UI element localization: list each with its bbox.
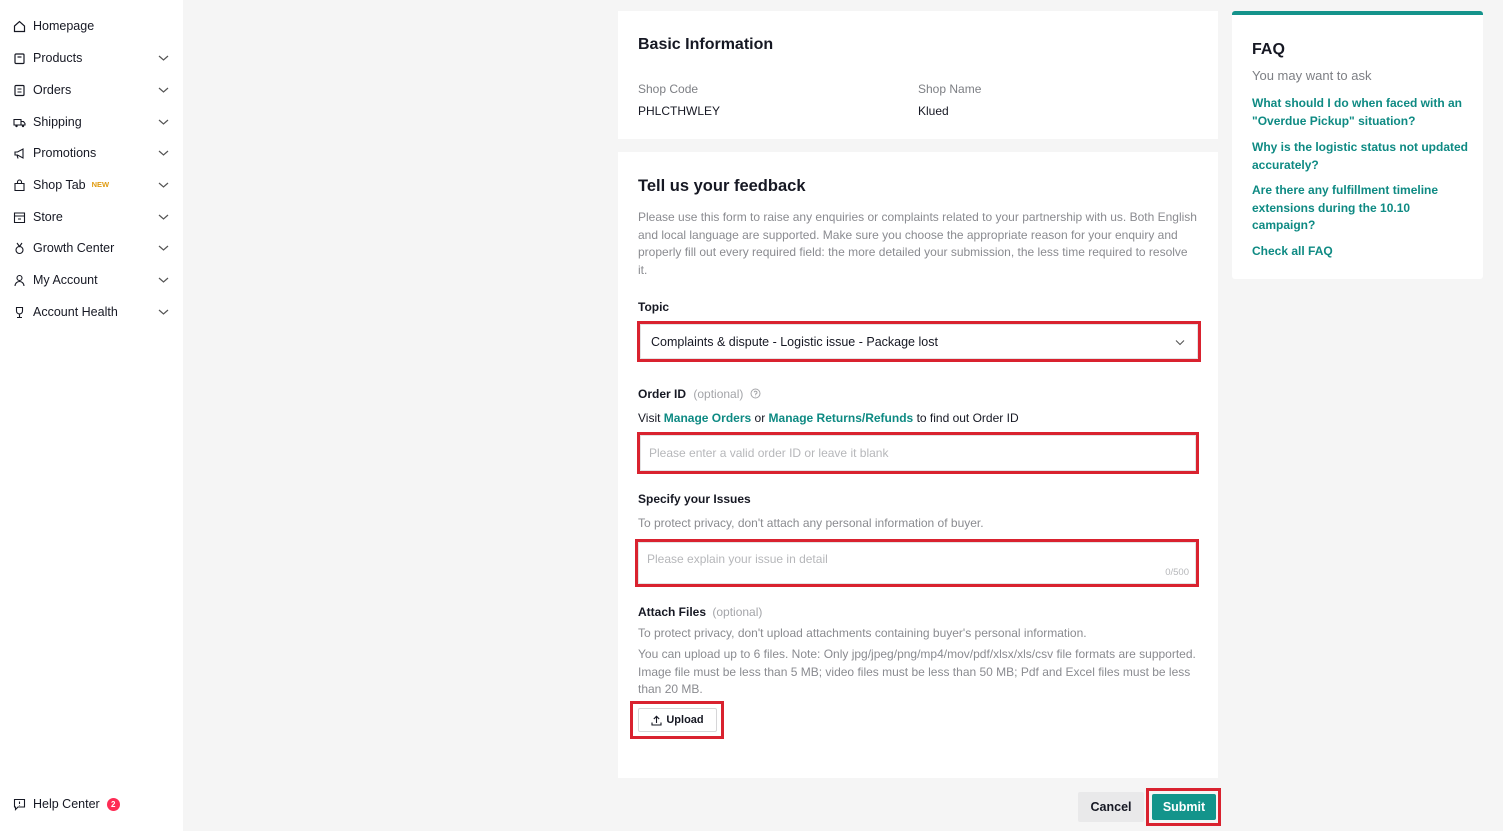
faq-question-link[interactable]: Why is the logistic status not updated a… [1252,139,1470,174]
order-id-hint: Visit Manage Orders or Manage Returns/Re… [638,411,1019,425]
sidebar-item-label: Promotions [33,146,97,160]
sidebar-item-label: Orders [33,83,72,97]
section-title: Basic Information [638,36,774,53]
sidebar-item-shipping[interactable]: Shipping [0,108,183,138]
sidebar-item-label: My Account [33,273,98,287]
faq-subtitle: You may want to ask [1252,68,1372,83]
sidebar-item-label: Account Health [33,305,118,319]
sidebar-item-label: Help Center 2 [33,797,120,811]
cancel-button[interactable]: Cancel [1078,792,1144,822]
shop-code-label: Shop Code [638,82,699,96]
trophy-icon [15,306,24,319]
sidebar-item-label: Store [33,210,63,224]
upload-label: Upload [666,714,704,726]
help-circle-icon[interactable] [750,388,761,399]
new-badge: NEW [91,180,110,189]
sidebar-item-account-health[interactable]: Account Health [0,298,183,328]
products-icon [14,53,25,65]
attach-format-hint: You can upload up to 6 files. Note: Only… [638,647,1196,696]
shop-name-value: Klued [918,104,949,118]
issues-label: Specify your Issues [638,492,751,506]
issues-hint: To protect privacy, don't attach any per… [638,516,984,530]
medal-icon [15,242,24,255]
topic-label: Topic [638,300,670,314]
user-icon [14,274,25,287]
basic-information-card: Basic Information Shop Code PHLCTHWLEY S… [618,11,1218,139]
issues-placeholder: Please explain your issue in detail [647,552,828,566]
chevron-down-icon [1175,340,1185,346]
manage-returns-link[interactable]: Manage Returns/Refunds [769,411,914,425]
sidebar-item-label: Shipping [33,115,82,129]
shipping-icon [13,118,26,128]
orders-icon [14,84,25,97]
attach-files-label: Attach Files (optional) [638,605,763,619]
topic-select-value: Complaints & dispute - Logistic issue - … [651,335,938,349]
chevron-down-icon [158,277,169,283]
chevron-down-icon [158,55,169,61]
sidebar-item-store[interactable]: Store [0,203,183,233]
store-icon [13,212,26,224]
upload-button[interactable]: Upload [638,708,717,732]
order-id-label: Order ID (optional) [638,387,761,401]
attach-privacy-hint: To protect privacy, don't upload attachm… [638,626,1087,640]
upload-icon [651,715,662,726]
chevron-down-icon [158,182,169,188]
sidebar-item-shop-tab[interactable]: Shop Tab NEW [0,171,183,201]
megaphone-icon [14,148,24,159]
chevron-down-icon [158,119,169,125]
chevron-down-icon [158,214,169,220]
order-id-input[interactable]: Please enter a valid order ID or leave i… [640,435,1196,471]
faq-question-link[interactable]: What should I do when faced with an "Ove… [1252,95,1470,130]
home-icon [13,20,26,33]
char-counter: 0/500 [1165,567,1189,578]
sidebar-item-label: Growth Center [33,241,115,255]
sidebar-item-my-account[interactable]: My Account [0,266,183,296]
notification-count-badge: 2 [106,798,120,811]
submit-button[interactable]: Submit [1152,794,1216,820]
sidebar-item-orders[interactable]: Orders [0,76,183,106]
shop-bag-icon [14,179,25,192]
shop-name-label: Shop Name [918,82,982,96]
chevron-down-icon [158,150,169,156]
help-center-link[interactable]: Help Center 2 [0,790,183,820]
form-title: Tell us your feedback [638,177,806,195]
issues-textarea[interactable]: Please explain your issue in detail 0/50… [638,542,1196,584]
sidebar-item-growth-center[interactable]: Growth Center [0,234,183,264]
chevron-down-icon [158,309,169,315]
sidebar-item-label: Products [33,51,83,65]
shop-code-value: PHLCTHWLEY [638,104,721,118]
sidebar-item-homepage[interactable]: Homepage [0,12,183,42]
faq-title: FAQ [1252,41,1285,58]
sidebar-item-label: Shop Tab NEW [33,178,110,192]
check-all-faq-link[interactable]: Check all FAQ [1252,243,1470,261]
manage-orders-link[interactable]: Manage Orders [664,411,751,425]
faq-question-link[interactable]: Are there any fulfillment timeline exten… [1252,182,1470,235]
order-id-placeholder: Please enter a valid order ID or leave i… [649,446,889,460]
sidebar-item-promotions[interactable]: Promotions [0,139,183,169]
form-description: Please use this form to raise any enquir… [638,210,1197,277]
chevron-down-icon [158,87,169,93]
help-chat-icon [13,798,26,811]
topic-select[interactable]: Complaints & dispute - Logistic issue - … [640,324,1198,359]
faq-card: FAQ You may want to ask What should I do… [1232,11,1483,279]
sidebar-item-products[interactable]: Products [0,44,183,74]
sidebar-item-label: Homepage [33,19,95,33]
chevron-down-icon [158,245,169,251]
sidebar: Homepage Products Orders Shipping Promot… [0,0,183,831]
